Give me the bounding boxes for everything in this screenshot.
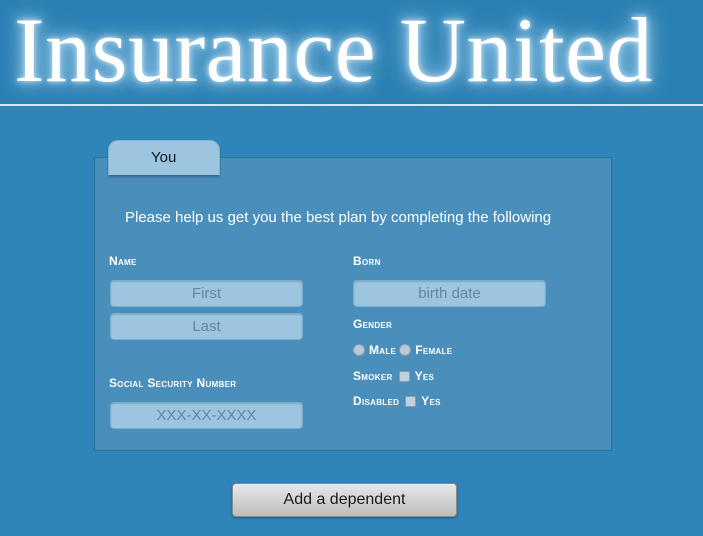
site-header: Insurance United bbox=[0, 0, 703, 106]
gender-options: Male Female bbox=[353, 343, 452, 357]
smoker-yes-checkbox[interactable] bbox=[398, 370, 410, 382]
male-radio[interactable] bbox=[353, 344, 365, 356]
disabled-yes-label: Yes bbox=[421, 394, 441, 408]
form-intro: Please help us get you the best plan by … bbox=[125, 209, 552, 226]
add-dependent-button[interactable]: Add a dependent bbox=[232, 483, 457, 517]
tab-you[interactable]: You bbox=[108, 140, 220, 175]
male-label: Male bbox=[369, 343, 397, 357]
first-name-input[interactable] bbox=[110, 280, 303, 307]
female-radio[interactable] bbox=[399, 344, 412, 356]
born-label: Born bbox=[353, 254, 381, 268]
female-label: Female bbox=[415, 343, 453, 357]
disabled-row: Disabled Yes bbox=[353, 394, 441, 408]
ssn-input[interactable] bbox=[110, 402, 303, 429]
ssn-label: Social Security Number bbox=[109, 376, 237, 390]
smoker-row: Smoker Yes bbox=[353, 369, 434, 383]
tab-you-label: You bbox=[151, 149, 177, 166]
last-name-input[interactable] bbox=[110, 313, 303, 340]
site-title: Insurance United bbox=[14, 0, 653, 101]
birth-date-input[interactable] bbox=[353, 280, 546, 307]
disabled-yes-checkbox[interactable] bbox=[405, 395, 417, 407]
name-label: Name bbox=[109, 254, 137, 268]
smoker-label: Smoker bbox=[353, 369, 393, 383]
disabled-label: Disabled bbox=[353, 394, 400, 408]
smoker-yes-label: Yes bbox=[414, 369, 435, 383]
gender-label: Gender bbox=[353, 317, 393, 331]
